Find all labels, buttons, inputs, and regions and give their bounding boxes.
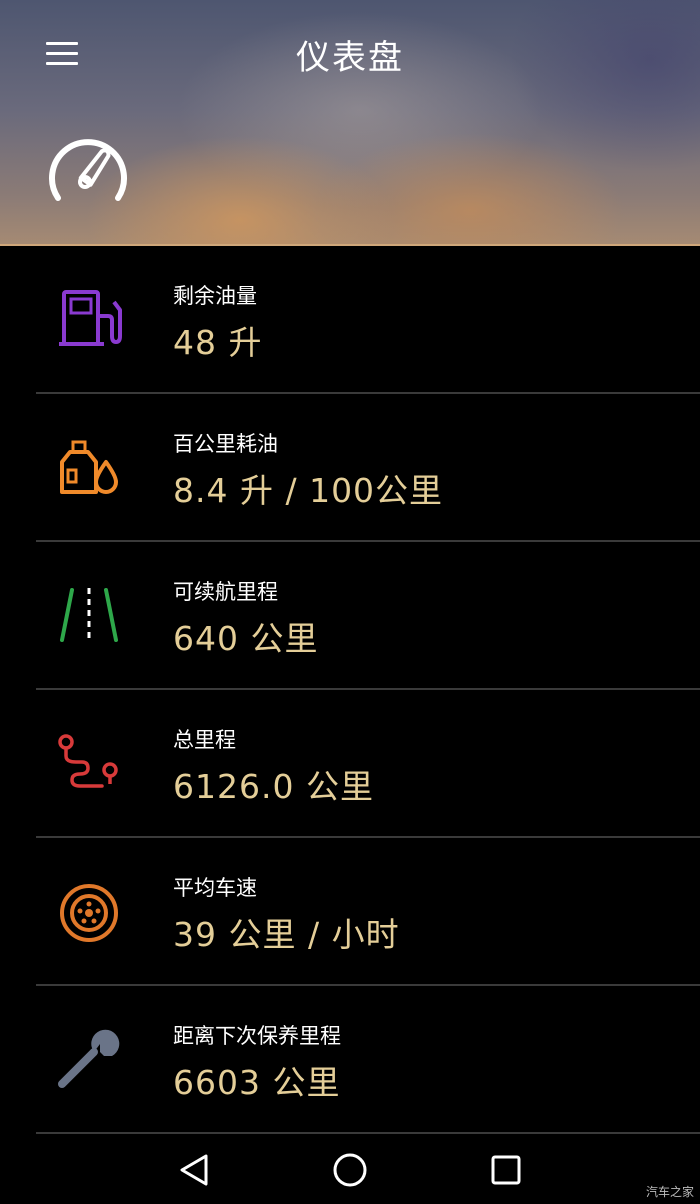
- home-circle-icon[interactable]: [332, 1152, 368, 1188]
- item-value: 48 升: [173, 323, 263, 362]
- system-navigation-bar: [0, 1132, 700, 1204]
- road-icon: [60, 588, 118, 642]
- item-label: 百公里耗油: [173, 432, 278, 456]
- item-value: 8.4 升 / 100公里: [173, 471, 444, 510]
- oil-can-icon: [60, 440, 118, 494]
- header-banner: 仪表盘: [0, 0, 700, 246]
- dashboard-list: 剩余油量 48 升 百公里耗油 8.4 升 / 100公里 可续航里程 640 …: [0, 246, 700, 1134]
- list-item-fuel-remaining: 剩余油量 48 升: [0, 246, 700, 394]
- list-item-range: 可续航里程 640 公里: [0, 542, 700, 690]
- list-item-total-mileage: 总里程 6126.0 公里: [0, 690, 700, 838]
- item-value: 6126.0 公里: [173, 767, 374, 806]
- wrench-icon: [58, 1029, 120, 1088]
- list-item-next-service: 距离下次保养里程 6603 公里: [0, 986, 700, 1134]
- fuel-pump-icon: [59, 290, 122, 346]
- list-item-average-speed: 平均车速 39 公里 / 小时: [0, 838, 700, 986]
- item-value: 39 公里 / 小时: [173, 915, 400, 954]
- item-label: 剩余油量: [173, 284, 257, 308]
- recents-square-icon[interactable]: [488, 1152, 524, 1188]
- back-triangle-icon[interactable]: [176, 1152, 212, 1188]
- speedometer-icon: [49, 139, 127, 201]
- route-icon: [58, 734, 118, 788]
- wheel-icon: [60, 884, 118, 942]
- list-item-fuel-consumption: 百公里耗油 8.4 升 / 100公里: [0, 394, 700, 542]
- item-value: 640 公里: [173, 619, 319, 658]
- item-label: 距离下次保养里程: [173, 1024, 341, 1048]
- item-value: 6603 公里: [173, 1063, 341, 1102]
- page-title: 仪表盘: [296, 38, 404, 78]
- item-label: 总里程: [173, 728, 236, 752]
- item-label: 可续航里程: [173, 580, 278, 604]
- item-label: 平均车速: [173, 876, 257, 900]
- watermark: 汽车之家: [645, 1185, 694, 1199]
